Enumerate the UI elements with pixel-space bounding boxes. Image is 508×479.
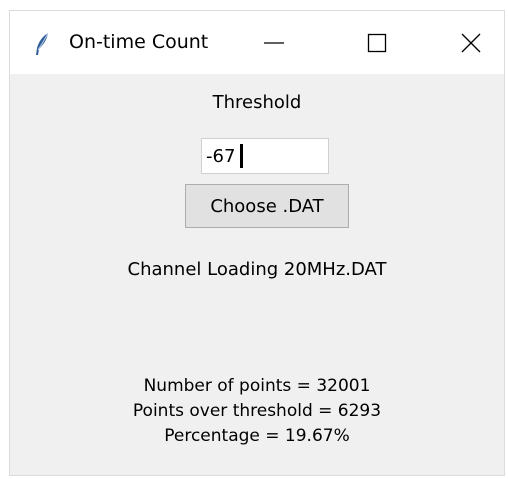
text-caret — [240, 144, 243, 168]
number-of-points-text: Number of points = 32001 — [143, 376, 371, 396]
threshold-input[interactable] — [201, 138, 329, 174]
points-over-threshold-text: Points over threshold = 6293 — [132, 401, 382, 421]
choose-dat-button[interactable]: Choose .DAT — [185, 184, 349, 228]
app-window: On-time Count Threshold -67 Choose .DAT … — [9, 10, 505, 476]
maximize-button[interactable] — [353, 23, 401, 63]
selected-file-label: Channel Loading 20MHz.DAT — [127, 259, 387, 280]
window-title: On-time Count — [69, 31, 209, 53]
title-bar[interactable]: On-time Count — [10, 11, 504, 74]
main-content: Threshold Choose .DAT Channel Loading 20… — [10, 74, 504, 477]
minimize-button[interactable] — [250, 23, 298, 63]
close-button[interactable] — [447, 23, 495, 63]
percentage-text: Percentage = 19.67% — [164, 426, 350, 446]
feather-icon — [34, 32, 50, 56]
threshold-label: Threshold — [212, 92, 302, 113]
